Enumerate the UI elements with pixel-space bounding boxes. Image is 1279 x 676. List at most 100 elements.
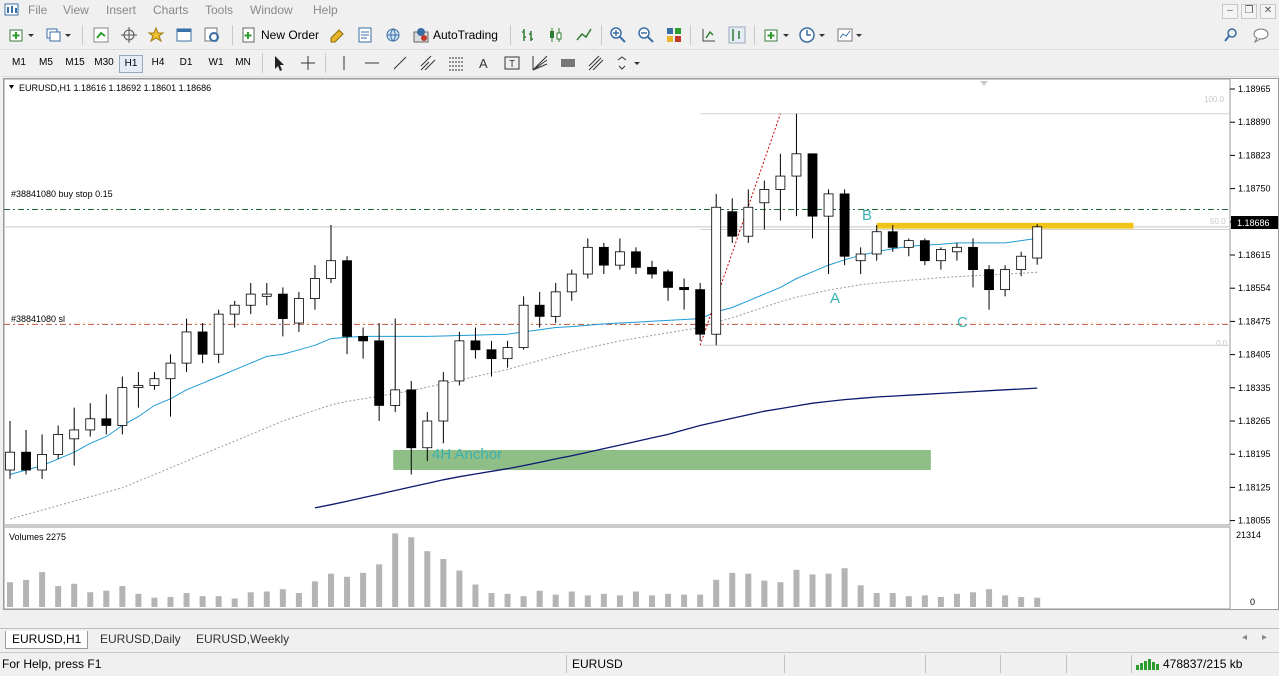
autotrading-button[interactable]: AutoTrading	[433, 28, 498, 42]
vertical-line-icon[interactable]	[335, 54, 353, 72]
periods-clock-icon[interactable]	[798, 26, 816, 44]
fibonacci-fan-icon[interactable]	[531, 54, 549, 72]
search-icon[interactable]	[1222, 26, 1240, 44]
zoom-in-icon[interactable]	[609, 26, 627, 44]
tab-eurusd-weekly[interactable]: EURUSD,Weekly	[190, 631, 295, 648]
favorites-star-icon[interactable]	[147, 26, 165, 44]
line-chart-icon[interactable]	[575, 26, 593, 44]
connection-status-icon	[1136, 659, 1159, 670]
volume-bar	[632, 591, 639, 607]
chart-shift-icon[interactable]	[728, 26, 746, 44]
timeframe-w1[interactable]: W1	[204, 55, 228, 71]
candlestick-chart-icon[interactable]	[547, 26, 565, 44]
menu-view[interactable]: View	[63, 3, 89, 17]
volume-bar	[809, 574, 816, 607]
tab-eurusd-h1[interactable]: EURUSD,H1	[5, 631, 89, 649]
menu-window[interactable]: Window	[250, 3, 293, 17]
terminal-window-icon[interactable]	[175, 26, 193, 44]
bar-chart-icon[interactable]	[519, 26, 537, 44]
candle-body	[887, 231, 898, 248]
candle-body	[390, 389, 401, 406]
new-order-icon[interactable]	[240, 26, 258, 44]
candle-body	[550, 291, 561, 317]
strategy-tester-icon[interactable]	[203, 26, 221, 44]
crosshair-icon[interactable]	[299, 54, 317, 72]
volume-bar	[552, 594, 559, 607]
restore-icon[interactable]: ❐	[1241, 4, 1257, 19]
menu-charts[interactable]: Charts	[153, 3, 188, 17]
dropdown-arrow-icon[interactable]	[855, 26, 863, 44]
zoom-out-icon[interactable]	[637, 26, 655, 44]
dropdown-arrow-icon[interactable]	[633, 54, 641, 72]
dropdown-arrow-icon[interactable]	[27, 26, 35, 44]
volume-bar	[71, 583, 78, 607]
menu-insert[interactable]: Insert	[106, 3, 136, 17]
profiles-icon[interactable]	[45, 26, 63, 44]
volume-bar	[873, 593, 880, 607]
new-order-button[interactable]: New Order	[261, 28, 319, 42]
price-tick-label: 1.18125	[1238, 482, 1271, 492]
price-tick-label: 1.18615	[1238, 250, 1271, 260]
menu-tools[interactable]: Tools	[205, 3, 233, 17]
gann-lines-icon[interactable]	[587, 54, 605, 72]
timeframe-mn[interactable]: MN	[231, 55, 255, 71]
navigator-crosshair-icon[interactable]	[120, 26, 138, 44]
dropdown-arrow-icon[interactable]	[64, 26, 72, 44]
templates-icon[interactable]	[836, 26, 854, 44]
volume-bar	[135, 593, 142, 607]
timeframe-m30[interactable]: M30	[90, 55, 118, 71]
auto-scroll-icon[interactable]	[700, 26, 718, 44]
rectangle-icon[interactable]	[559, 54, 577, 72]
volume-bar	[568, 591, 575, 607]
dropdown-arrow-icon[interactable]	[818, 26, 826, 44]
chart-window[interactable]: 1.18965 1.18890 1.18823 1.18750 1.18686 1.186…	[3, 78, 1279, 610]
candle-body	[518, 304, 529, 348]
candle-body	[647, 266, 657, 275]
market-globe-icon[interactable]	[384, 26, 402, 44]
timeframe-m1[interactable]: M1	[7, 55, 31, 71]
indicators-icon[interactable]	[763, 26, 781, 44]
timeframe-m5[interactable]: M5	[34, 55, 58, 71]
volume-bar	[119, 586, 126, 607]
volume-bar	[183, 593, 190, 607]
cursor-arrow-icon[interactable]	[270, 54, 288, 72]
volume-bar	[841, 568, 848, 607]
new-chart-icon[interactable]	[8, 26, 26, 44]
market-watch-icon[interactable]	[92, 26, 110, 44]
volume-bar	[103, 590, 110, 607]
fibonacci-icon[interactable]	[447, 54, 465, 72]
timeframe-h4[interactable]: H4	[147, 55, 169, 71]
price-tick-label: 1.18335	[1238, 383, 1271, 393]
dropdown-arrow-icon[interactable]	[782, 26, 790, 44]
menu-help[interactable]: Help	[313, 3, 338, 17]
tab-scroll-left-icon[interactable]: ◂	[1242, 632, 1247, 643]
candle-body	[615, 251, 625, 266]
close-icon[interactable]: ✕	[1260, 4, 1276, 19]
candle-body	[936, 249, 946, 262]
volume-bar	[520, 596, 527, 607]
volume-bar	[167, 596, 174, 607]
metaeditor-icon[interactable]	[328, 26, 346, 44]
horizontal-line-icon[interactable]	[363, 54, 381, 72]
tab-scroll-right-icon[interactable]: ▸	[1262, 632, 1267, 643]
arrows-shapes-icon[interactable]	[615, 54, 633, 72]
chat-bubble-icon[interactable]	[1252, 26, 1270, 44]
candle-body	[165, 362, 176, 380]
autotrading-icon[interactable]	[412, 26, 430, 44]
text-label-icon[interactable]: T	[503, 54, 521, 72]
equidistant-channel-icon[interactable]	[419, 54, 437, 72]
candle-body	[807, 153, 818, 217]
tile-windows-icon[interactable]	[665, 26, 683, 44]
menu-file[interactable]: File	[28, 3, 47, 17]
timeframe-d1[interactable]: D1	[175, 55, 197, 71]
text-tool-icon[interactable]: A	[475, 54, 493, 72]
tab-eurusd-daily[interactable]: EURUSD,Daily	[94, 631, 187, 648]
trendline-icon[interactable]	[391, 54, 409, 72]
timeframe-h1[interactable]: H1	[119, 55, 143, 73]
timeframe-m15[interactable]: M15	[61, 55, 89, 71]
volume-bar	[937, 596, 944, 607]
volume-bar	[600, 593, 607, 607]
minimize-icon[interactable]: ‒	[1222, 4, 1238, 19]
price-tick-label: 1.18405	[1238, 350, 1271, 360]
signals-icon[interactable]	[356, 26, 374, 44]
